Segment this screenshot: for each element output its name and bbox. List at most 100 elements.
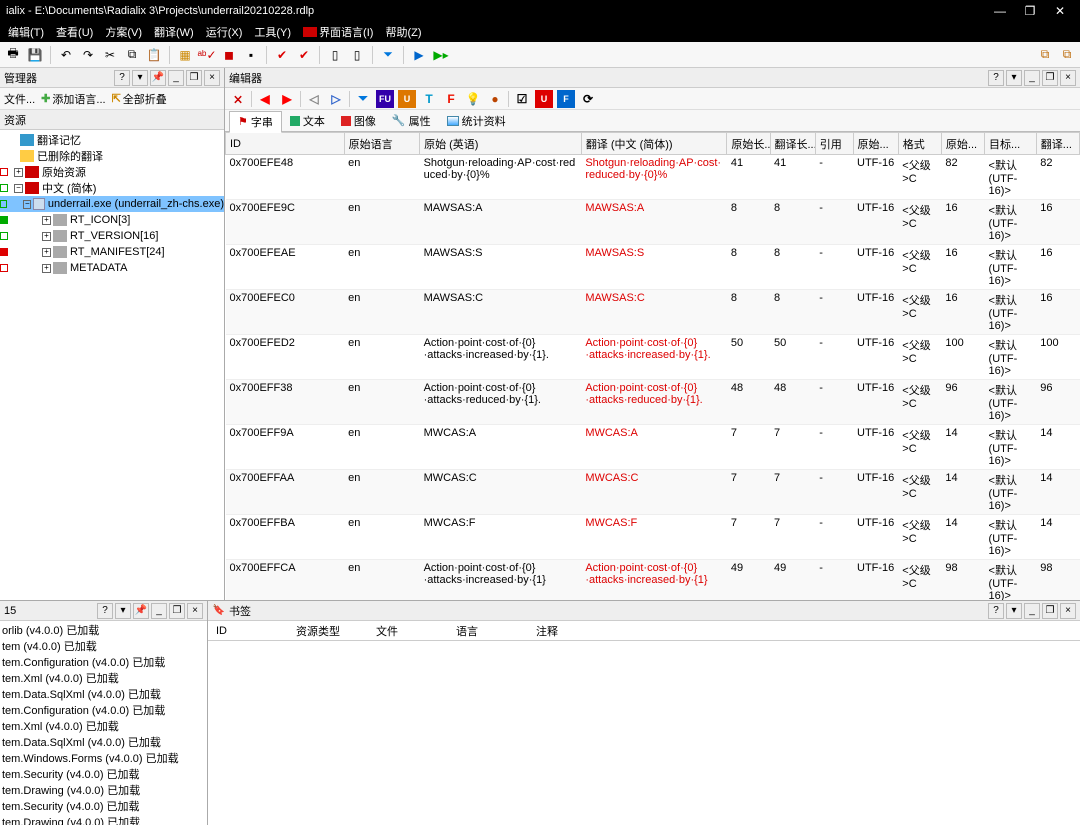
menu-lang[interactable]: 界面语言(I) [299,22,377,42]
table-row[interactable]: 0x700EFE48enShotgun·reloading·AP·cost·re… [226,155,1080,200]
tree-orig-res[interactable]: +原始资源 [0,164,224,180]
col-src2[interactable]: 原始... [941,133,984,155]
grid-header-row[interactable]: ID 原始语言 原始 (英语) 翻译 (中文 (简体)) 原始长... 翻译长.… [226,133,1080,155]
restore-panel-icon[interactable]: ❐ [186,70,202,86]
f-badge-icon[interactable]: F [442,90,460,108]
bm-col-note[interactable]: 注释 [528,621,608,641]
next-icon[interactable]: ▶ [278,90,296,108]
tab-string[interactable]: ⚑字串 [229,111,282,133]
expand-icon[interactable]: + [42,264,51,273]
col-translen[interactable]: 翻译长... [770,133,815,155]
cancel-filter-icon[interactable]: ⨯ [229,90,247,108]
funnel-icon[interactable]: ⏷ [379,46,397,64]
tree-rt-manifest[interactable]: +RT_MANIFEST[24] [0,244,224,260]
col-srclen[interactable]: 原始长... [727,133,770,155]
table-row[interactable]: 0x700EFED2enAction·point·cost·of·{0}·att… [226,335,1080,380]
tab-attr[interactable]: 🔧属性 [384,111,439,131]
add-language-button[interactable]: ✚添加语言... [41,91,105,107]
table-row[interactable]: 0x700EFFBAenMWCAS:FMWCAS:F77-UTF-16<父级>C… [226,515,1080,560]
print-icon[interactable]: 🖶 [4,46,22,64]
minimize-button[interactable]: — [986,2,1014,20]
table-row[interactable]: 0x700EFF9AenMWCAS:AMWCAS:A77-UTF-16<父级>C… [226,425,1080,470]
col-trans[interactable]: 翻译 (中文 (简体)) [581,133,727,155]
export-icon[interactable]: 💾 [26,46,44,64]
menu-run[interactable]: 运行(X) [202,22,247,42]
help-icon[interactable]: ? [988,603,1004,619]
fu-badge-icon[interactable]: FU [376,90,394,108]
restore-panel-icon[interactable]: ❐ [169,603,185,619]
col-srclang[interactable]: 原始语言 [344,133,419,155]
translation-grid[interactable]: ID 原始语言 原始 (英语) 翻译 (中文 (简体)) 原始长... 翻译长.… [225,132,1080,600]
col-srcfmt[interactable]: 原始... [853,133,898,155]
collapse-icon[interactable]: − [23,200,31,209]
idea-icon[interactable]: 💡 [464,90,482,108]
tree-metadata[interactable]: +METADATA [0,260,224,276]
copy3-icon[interactable]: ⧉ [1058,46,1076,64]
refresh-icon[interactable]: ⟳ [579,90,597,108]
doc2-icon[interactable]: ▪ [242,46,260,64]
table-row[interactable]: 0x700EFEC0enMAWSAS:CMAWSAS:C88-UTF-16<父级… [226,290,1080,335]
expand-icon[interactable]: + [42,248,51,257]
tab-image[interactable]: 图像 [333,111,384,131]
dropdown-icon[interactable]: ▾ [1006,603,1022,619]
tree-deleted[interactable]: 已删除的翻译 [0,148,224,164]
back-icon[interactable]: ◁ [305,90,323,108]
tab-text[interactable]: 文本 [282,111,333,131]
play-go-icon[interactable]: ▶▸ [432,46,450,64]
close-button[interactable]: ✕ [1046,2,1074,20]
close-panel-icon[interactable]: × [1060,603,1076,619]
menu-translate[interactable]: 翻译(W) [150,22,198,42]
restore-panel-icon[interactable]: ❐ [1042,70,1058,86]
prev-icon[interactable]: ◀ [256,90,274,108]
help-icon[interactable]: ? [114,70,130,86]
tree-trans-mem[interactable]: 翻译记忆 [0,132,224,148]
help-icon[interactable]: ? [988,70,1004,86]
col-dst[interactable]: 目标... [985,133,1037,155]
minimize-panel-icon[interactable]: _ [168,70,184,86]
menu-view[interactable]: 查看(U) [52,22,97,42]
check-icon[interactable]: ✔ [273,46,291,64]
menu-tools[interactable]: 工具(Y) [250,22,295,42]
tree-rt-icon[interactable]: +RT_ICON[3] [0,212,224,228]
bm-col-restype[interactable]: 资源类型 [288,621,368,641]
dropdown-icon[interactable]: ▾ [132,70,148,86]
bm-col-lang[interactable]: 语言 [448,621,528,641]
pin-icon[interactable]: 📌 [133,603,149,619]
filter-icon[interactable]: ⏷ [354,90,372,108]
resource-tree[interactable]: 翻译记忆 已删除的翻译 +原始资源 −中文 (简体) −underrail.ex… [0,130,224,600]
file-button[interactable]: 文件... [4,91,35,107]
checkbox-icon[interactable]: ☑ [513,90,531,108]
dropdown-icon[interactable]: ▾ [115,603,131,619]
help-icon[interactable]: ? [97,603,113,619]
u2-badge-icon[interactable]: U [535,90,553,108]
bookmarks-body[interactable]: ID 资源类型 文件 语言 注释 [208,621,1080,825]
close-panel-icon[interactable]: × [1060,70,1076,86]
expand-icon[interactable]: + [42,232,51,241]
check2-icon[interactable]: ✔ [295,46,313,64]
lock-icon[interactable]: ● [486,90,504,108]
minimize-panel-icon[interactable]: _ [1024,70,1040,86]
col-id[interactable]: ID [226,133,345,155]
table-row[interactable]: 0x700EFE9CenMAWSAS:AMAWSAS:A88-UTF-16<父级… [226,200,1080,245]
copy2-icon[interactable]: ⧉ [1036,46,1054,64]
u-badge-icon[interactable]: U [398,90,416,108]
minimize-panel-icon[interactable]: _ [151,603,167,619]
table-row[interactable]: 0x700EFF38enAction·point·cost·of·{0}·att… [226,380,1080,425]
col-quote[interactable]: 引用 [815,133,853,155]
table-row[interactable]: 0x700EFFCAenAction·point·cost·of·{0}·att… [226,560,1080,601]
redo-icon[interactable]: ↷ [79,46,97,64]
table-row[interactable]: 0x700EFFAAenMWCAS:CMWCAS:C77-UTF-16<父级>C… [226,470,1080,515]
close-panel-icon[interactable]: × [204,70,220,86]
dropdown-icon[interactable]: ▾ [1006,70,1022,86]
close-panel-icon[interactable]: × [187,603,203,619]
pin-icon[interactable]: 📌 [150,70,166,86]
paste-icon[interactable]: 📋 [145,46,163,64]
forward-icon[interactable]: ▷ [327,90,345,108]
collapse-icon[interactable]: − [14,184,23,193]
col-trans2[interactable]: 翻译... [1036,133,1079,155]
expand-icon[interactable]: + [14,168,23,177]
cut-icon[interactable]: ✂ [101,46,119,64]
t-badge-icon[interactable]: T [420,90,438,108]
restore-button[interactable]: ❐ [1016,2,1044,20]
bm-col-id[interactable]: ID [208,623,288,639]
